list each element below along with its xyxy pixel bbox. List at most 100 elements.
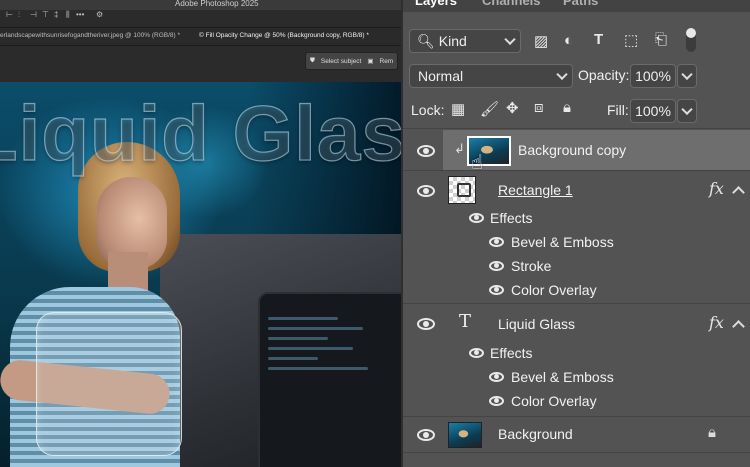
code-line xyxy=(268,357,318,360)
contextual-task-bar: ⛊ Select subject ▣ Rem xyxy=(305,52,399,70)
align-top-icon[interactable]: ⊤ xyxy=(42,10,49,19)
eye-visibility-icon[interactable] xyxy=(489,237,504,247)
clipping-mask-arrow-icon: ↲ xyxy=(454,141,465,156)
divider xyxy=(403,303,750,304)
person-icon: ⛊ xyxy=(310,57,315,64)
effect-item[interactable]: Color Overlay xyxy=(511,393,597,409)
tab-layers[interactable]: Layers xyxy=(415,0,457,8)
divider xyxy=(403,416,750,417)
divider xyxy=(403,452,750,453)
document-tabs: erlandscapewithsunrisefogandtheriver.jpe… xyxy=(0,27,401,46)
app-title: Adobe Photoshop 2025 xyxy=(175,0,259,8)
opacity-value: 100% xyxy=(635,68,671,84)
layer-name[interactable]: Background copy xyxy=(518,142,626,158)
layer-thumbnail[interactable] xyxy=(448,422,482,448)
code-line xyxy=(268,347,353,350)
glass-rectangle-shape[interactable] xyxy=(36,312,182,456)
fill-value: 100% xyxy=(635,103,671,119)
effects-label: Effects xyxy=(490,345,533,361)
shape-layer-icon xyxy=(457,183,471,197)
eye-visibility-icon[interactable] xyxy=(417,318,435,330)
eye-visibility-icon[interactable] xyxy=(469,348,484,358)
blend-mode-value: Normal xyxy=(418,68,464,84)
code-line xyxy=(268,337,328,340)
fx-icon[interactable]: fx xyxy=(709,313,724,332)
select-subject-button[interactable]: Select subject xyxy=(321,58,361,65)
image-icon: ▣ xyxy=(367,58,374,65)
effects-label: Effects xyxy=(490,210,533,226)
layer-name[interactable]: Rectangle 1 xyxy=(498,182,573,198)
lock-image-pixels-brush-icon[interactable]: 🖌︎ xyxy=(480,100,499,118)
blend-mode-select[interactable]: Normal xyxy=(409,64,573,88)
chevron-down-icon xyxy=(681,68,693,81)
eye-visibility-icon[interactable] xyxy=(489,372,504,382)
align-middle-icon[interactable]: ‡ xyxy=(54,10,58,19)
image-canvas[interactable]: Liquid Glass xyxy=(0,82,401,467)
effect-item[interactable]: Color Overlay xyxy=(511,282,597,298)
effect-item[interactable]: Bevel & Emboss xyxy=(511,234,614,250)
opacity-dropdown-button[interactable] xyxy=(677,64,697,88)
align-center-icon[interactable]: ⫶ xyxy=(18,10,20,20)
lock-transparent-pixels-icon[interactable]: ▦ xyxy=(451,100,465,118)
smart-object-filter-icon[interactable]: ⎗ xyxy=(655,31,667,48)
eye-visibility-icon[interactable] xyxy=(417,429,435,441)
layer-row-background[interactable]: Background 🔒︎ xyxy=(403,418,750,452)
tab-paths[interactable]: Paths xyxy=(563,0,598,8)
align-left-icon[interactable]: ⊢ xyxy=(6,10,13,19)
fx-icon[interactable]: fx xyxy=(709,179,724,198)
eye-visibility-icon[interactable] xyxy=(417,185,435,197)
layer-thumbnail[interactable] xyxy=(448,176,476,204)
layers-panel: Layers Channels Paths 🔍︎ Kind ▨ ◐ T ⬚ ⎗ … xyxy=(401,0,750,467)
eye-visibility-icon[interactable] xyxy=(489,285,504,295)
layer-name[interactable]: Liquid Glass xyxy=(498,316,575,332)
document-tab-fill-opacity[interactable]: © Fill Opacity Change @ 50% (Background … xyxy=(199,32,369,39)
distribute-icon[interactable]: ⫼ xyxy=(66,10,70,20)
kind-filter-select[interactable]: 🔍︎ Kind xyxy=(409,29,521,53)
remove-background-button[interactable]: Rem xyxy=(380,58,394,65)
align-right-icon[interactable]: ⊣ xyxy=(30,10,37,19)
type-filter-icon[interactable]: T xyxy=(594,31,603,48)
document-window: Adobe Photoshop 2025 ⊢ ⫶ ⊣ ⊤ ‡ ⫼ ••• ⚙ e… xyxy=(0,0,401,467)
fill-dropdown-button[interactable] xyxy=(677,99,697,123)
liquid-glass-text-layer[interactable]: Liquid Glass xyxy=(0,88,401,179)
lock-label: Lock: xyxy=(411,102,445,118)
divider xyxy=(403,128,750,129)
kind-filter-label: Kind xyxy=(438,33,467,49)
settings-gear-icon[interactable]: ⚙ xyxy=(96,10,103,19)
layer-name[interactable]: Background xyxy=(498,426,573,442)
more-options-icon[interactable]: ••• xyxy=(76,10,84,19)
eye-visibility-icon[interactable] xyxy=(469,213,484,223)
chevron-down-icon xyxy=(556,68,568,81)
lock-position-move-icon[interactable]: ✥ xyxy=(506,99,519,117)
collapse-effects-icon[interactable] xyxy=(732,186,745,199)
layer-row-background-copy[interactable]: ↲ ☝︎ Background copy xyxy=(403,130,750,174)
eye-visibility-icon[interactable] xyxy=(417,145,435,157)
search-icon: 🔍︎ xyxy=(417,32,435,49)
filter-toggle-knob xyxy=(686,28,696,38)
code-line xyxy=(268,327,363,330)
fill-input[interactable]: 100% xyxy=(630,99,676,123)
document-tab-landscape[interactable]: erlandscapewithsunrisefogandtheriver.jpe… xyxy=(0,32,180,39)
eye-visibility-icon[interactable] xyxy=(489,261,504,271)
lock-artboard-icon[interactable]: ⧈ xyxy=(534,99,544,116)
layer-row-liquid-glass[interactable]: T Liquid Glass fx Effects Bevel & Emboss… xyxy=(403,305,750,415)
tab-channels[interactable]: Channels xyxy=(482,0,541,8)
app-title-bar: Adobe Photoshop 2025 xyxy=(0,0,401,10)
panel-tabs: Layers Channels Paths xyxy=(403,0,750,12)
collapse-effects-icon[interactable] xyxy=(732,320,745,333)
filter-toggle[interactable] xyxy=(686,28,696,52)
code-line xyxy=(268,367,368,370)
opacity-input[interactable]: 100% xyxy=(630,64,676,88)
chevron-down-icon xyxy=(681,103,693,116)
eye-visibility-icon[interactable] xyxy=(489,396,504,406)
layer-row-rectangle-1[interactable]: Rectangle 1 fx Effects Bevel & Emboss St… xyxy=(403,172,750,302)
shape-filter-icon[interactable]: ⬚ xyxy=(624,31,638,49)
effect-item[interactable]: Stroke xyxy=(511,258,551,274)
fill-label: Fill: xyxy=(607,102,629,118)
adjustment-filter-icon[interactable]: ◐ xyxy=(564,32,573,49)
effect-item[interactable]: Bevel & Emboss xyxy=(511,369,614,385)
image-filter-icon[interactable]: ▨ xyxy=(534,32,548,50)
lock-icon: 🔒︎ xyxy=(708,424,716,441)
lock-all-icon[interactable]: 🔒︎ xyxy=(563,99,571,116)
type-layer-icon[interactable]: T xyxy=(459,311,471,332)
